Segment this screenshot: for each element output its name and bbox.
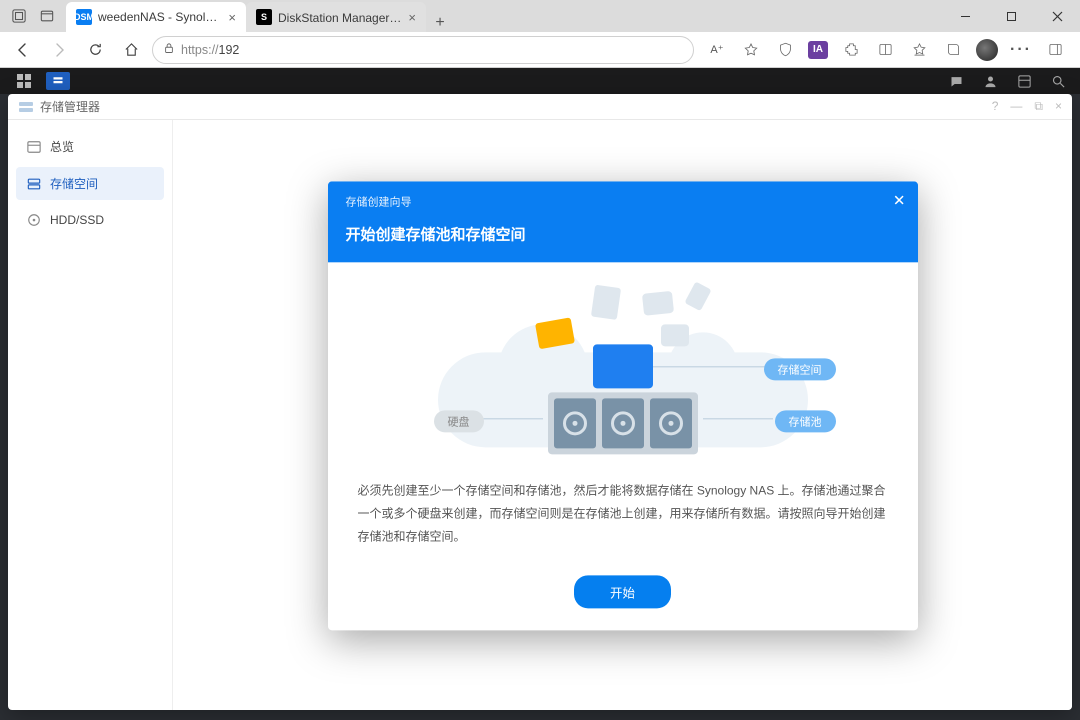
- tab-title: DiskStation Manager 7.2 | 群晖: [278, 9, 402, 26]
- sidebar-item-volume[interactable]: 存储空间: [16, 167, 164, 200]
- maximize-icon[interactable]: ⧉: [1034, 99, 1043, 114]
- refresh-button[interactable]: [80, 36, 110, 64]
- watermark: 值 什么值得买: [956, 686, 1064, 708]
- maximize-button[interactable]: [988, 0, 1034, 32]
- app-sidebar: 总览 存储空间 HDD/SSD: [8, 120, 173, 710]
- close-icon[interactable]: ×: [1055, 99, 1062, 114]
- dsm-user-icon[interactable]: [978, 72, 1002, 90]
- video-icon: [661, 324, 689, 346]
- app-main: 存储创建向导 开始创建存储池和存储空间 ✕: [173, 120, 1072, 710]
- back-button[interactable]: [8, 36, 38, 64]
- extensions-icon[interactable]: [840, 39, 862, 61]
- app-title: 存储管理器: [40, 98, 100, 115]
- modal-footer: 开始: [328, 558, 918, 631]
- start-button[interactable]: 开始: [574, 576, 671, 609]
- folder-icon: [535, 317, 575, 349]
- tab-close-icon[interactable]: ×: [408, 10, 416, 25]
- sidebar-item-hdd-ssd[interactable]: HDD/SSD: [16, 204, 164, 236]
- sidebar-toggle-icon[interactable]: [1044, 39, 1066, 61]
- modal-breadcrumb: 存储创建向导: [346, 193, 900, 209]
- storage-wizard-modal: 存储创建向导 开始创建存储池和存储空间 ✕: [328, 181, 918, 630]
- image-icon: [641, 291, 673, 316]
- overview-icon: [26, 139, 42, 155]
- minimize-button[interactable]: [942, 0, 988, 32]
- dsm-taskbar-app-icon[interactable]: [46, 72, 70, 90]
- sidebar-label: 总览: [50, 138, 74, 155]
- browser-tab-active[interactable]: DSM weedenNAS - Synology NAS ×: [66, 2, 246, 32]
- modal-body: 存储空间 存储池 硬盘 必须先创建至少一个存储空间和存储池，然后才能将数据存储在…: [328, 262, 918, 557]
- dsm-taskbar: [0, 68, 1080, 94]
- favicon-synology: S: [256, 9, 272, 25]
- modal-title: 开始创建存储池和存储空间: [346, 223, 900, 244]
- app-titlebar[interactable]: 存储管理器 ? — ⧉ ×: [8, 94, 1072, 120]
- sidebar-item-overview[interactable]: 总览: [16, 130, 164, 163]
- addr-right-icons: A⁺ IA ···: [700, 39, 1072, 61]
- browser-tab-inactive[interactable]: S DiskStation Manager 7.2 | 群晖 ×: [246, 2, 426, 32]
- window-controls: [942, 0, 1080, 32]
- disk-tag: 硬盘: [434, 410, 484, 432]
- url-text: https://192: [181, 43, 239, 57]
- home-button[interactable]: [116, 36, 146, 64]
- document-icon: [590, 285, 620, 320]
- help-icon[interactable]: ?: [992, 99, 999, 114]
- close-button[interactable]: [1034, 0, 1080, 32]
- modal-illustration: 存储空间 存储池 硬盘: [358, 280, 888, 465]
- volume-icon: [26, 176, 42, 192]
- storage-manager-icon: [18, 99, 34, 115]
- tag-icon: [684, 281, 711, 311]
- address-bar: https://192 A⁺ IA ···: [0, 32, 1080, 68]
- collections-icon[interactable]: [942, 39, 964, 61]
- split-icon[interactable]: [874, 39, 896, 61]
- favicon-dsm: DSM: [76, 9, 92, 25]
- sidebar-label: HDD/SSD: [50, 213, 104, 227]
- hdd-icon: [650, 398, 692, 448]
- modal-description: 必须先创建至少一个存储空间和存储池，然后才能将数据存储在 Synology NA…: [358, 479, 888, 547]
- dsm-widgets-icon[interactable]: [1012, 72, 1036, 90]
- tab-overview-icon[interactable]: [40, 9, 54, 23]
- more-icon[interactable]: ···: [1010, 39, 1032, 61]
- titlebar-left: [0, 0, 66, 32]
- shield-icon[interactable]: [774, 39, 796, 61]
- modal-close-button[interactable]: ✕: [893, 191, 906, 209]
- dsm-chat-icon[interactable]: [944, 72, 968, 90]
- dsm-desktop: 存储管理器 ? — ⧉ × 总览 存储空间 HDD/SSD: [0, 68, 1080, 720]
- tab-title: weedenNAS - Synology NAS: [98, 10, 222, 24]
- disk-icon: [26, 212, 42, 228]
- new-tab-button[interactable]: +: [426, 14, 454, 32]
- browser-chrome: DSM weedenNAS - Synology NAS × S DiskSta…: [0, 0, 1080, 68]
- minimize-icon[interactable]: —: [1010, 99, 1022, 114]
- connector-line: [653, 366, 773, 367]
- reading-mode-icon[interactable]: A⁺: [706, 39, 728, 61]
- volume-block-icon: [593, 344, 653, 388]
- favorite-icon[interactable]: [740, 39, 762, 61]
- storage-manager-window: 存储管理器 ? — ⧉ × 总览 存储空间 HDD/SSD: [8, 94, 1072, 710]
- favorites-bar-icon[interactable]: [908, 39, 930, 61]
- pool-tag: 存储池: [775, 410, 836, 432]
- watermark-text: 什么值得买: [984, 687, 1064, 708]
- forward-button[interactable]: [44, 36, 74, 64]
- volume-tag: 存储空间: [764, 358, 836, 380]
- browser-tabs: DSM weedenNAS - Synology NAS × S DiskSta…: [66, 0, 942, 32]
- sidebar-label: 存储空间: [50, 175, 98, 192]
- url-input[interactable]: https://192: [152, 36, 694, 64]
- dsm-main-menu-icon[interactable]: [12, 72, 36, 90]
- hdd-row: [548, 392, 698, 454]
- hdd-icon: [602, 398, 644, 448]
- watermark-logo: 值: [956, 686, 978, 708]
- dsm-search-icon[interactable]: [1046, 72, 1070, 90]
- lock-icon: [163, 42, 175, 57]
- tab-close-icon[interactable]: ×: [228, 10, 236, 25]
- hdd-icon: [554, 398, 596, 448]
- tab-actions-icon[interactable]: [12, 9, 26, 23]
- ia-badge-icon[interactable]: IA: [808, 41, 828, 59]
- connector-line: [703, 418, 773, 419]
- app-window-actions: ? — ⧉ ×: [992, 99, 1062, 114]
- modal-header: 存储创建向导 开始创建存储池和存储空间 ✕: [328, 181, 918, 262]
- profile-avatar[interactable]: [976, 39, 998, 61]
- browser-titlebar: DSM weedenNAS - Synology NAS × S DiskSta…: [0, 0, 1080, 32]
